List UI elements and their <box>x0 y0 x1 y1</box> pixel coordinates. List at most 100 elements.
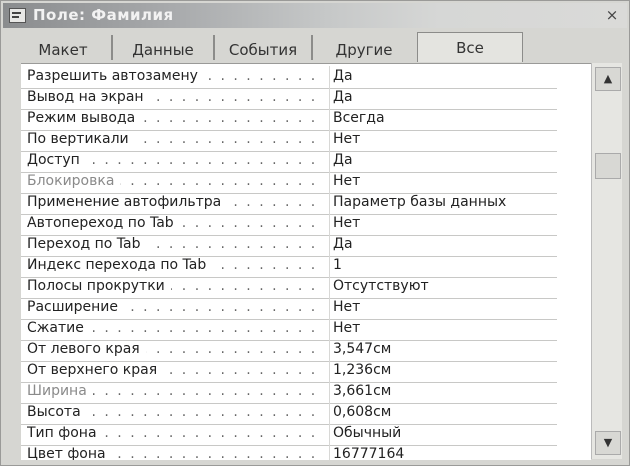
property-row[interactable]: . . . . . . . . . . . . . . . . . . . . … <box>21 381 557 404</box>
property-label: Расширение <box>27 299 120 315</box>
property-label: Вывод на экран <box>27 89 146 105</box>
property-label: От верхнего края <box>27 362 160 378</box>
property-value[interactable]: 16777164 <box>333 446 555 460</box>
property-row[interactable]: . . . . . . . . . . . . . . . . . . . . … <box>21 150 557 173</box>
property-name: . . . . . . . . . . . . . . . . . . . . … <box>27 404 327 420</box>
property-value[interactable]: Да <box>333 236 555 252</box>
property-row[interactable]: . . . . . . . . . . . . . . . . . . . . … <box>21 423 557 446</box>
column-divider <box>329 402 330 424</box>
property-label: Применение автофильтра <box>27 194 224 210</box>
property-name: . . . . . . . . . . . . . . . . . . . . … <box>27 194 327 210</box>
column-divider <box>329 381 330 403</box>
property-value[interactable]: 3,547см <box>333 341 555 357</box>
tab-layout[interactable]: Макет <box>15 35 113 60</box>
column-divider <box>329 423 330 445</box>
property-row[interactable]: . . . . . . . . . . . . . . . . . . . . … <box>21 213 557 236</box>
property-label: Полосы прокрутки <box>27 278 167 294</box>
column-divider <box>329 444 330 460</box>
property-label: Индекс перехода по Tab <box>27 257 209 273</box>
property-label: Сжатие <box>27 320 86 336</box>
property-label: Разрешить автозамену <box>27 68 200 84</box>
column-divider <box>329 276 330 298</box>
property-row[interactable]: . . . . . . . . . . . . . . . . . . . . … <box>21 276 557 299</box>
property-value[interactable]: Параметр базы данных <box>333 194 555 210</box>
tab-other[interactable]: Другие <box>315 35 413 60</box>
scroll-down-button[interactable]: ▼ <box>595 431 621 455</box>
property-value[interactable]: Обычный <box>333 425 555 441</box>
property-value[interactable]: 1,236см <box>333 362 555 378</box>
property-value[interactable]: Всегда <box>333 110 555 126</box>
property-label: Ширина <box>27 383 89 399</box>
property-value[interactable]: Отсутствуют <box>333 278 555 294</box>
title-bar[interactable]: Поле: Фамилия × <box>3 3 627 28</box>
tab-all[interactable]: Все <box>417 32 523 62</box>
property-value[interactable]: 0,608см <box>333 404 555 420</box>
property-name: . . . . . . . . . . . . . . . . . . . . … <box>27 299 327 315</box>
property-name: . . . . . . . . . . . . . . . . . . . . … <box>27 362 327 378</box>
property-row[interactable]: . . . . . . . . . . . . . . . . . . . . … <box>21 444 557 460</box>
property-name: . . . . . . . . . . . . . . . . . . . . … <box>27 236 327 252</box>
property-value[interactable]: 3,661см <box>333 383 555 399</box>
property-value[interactable]: Нет <box>333 173 555 189</box>
property-name: . . . . . . . . . . . . . . . . . . . . … <box>27 68 327 84</box>
column-divider <box>329 150 330 172</box>
column-divider <box>329 129 330 151</box>
column-divider <box>329 66 330 88</box>
property-row[interactable]: . . . . . . . . . . . . . . . . . . . . … <box>21 192 557 215</box>
vertical-scrollbar[interactable]: ▲ ▼ <box>591 63 622 459</box>
property-name: . . . . . . . . . . . . . . . . . . . . … <box>27 383 327 399</box>
property-value[interactable]: Нет <box>333 299 555 315</box>
property-row[interactable]: . . . . . . . . . . . . . . . . . . . . … <box>21 129 557 152</box>
property-row[interactable]: . . . . . . . . . . . . . . . . . . . . … <box>21 318 557 341</box>
property-row[interactable]: . . . . . . . . . . . . . . . . . . . . … <box>21 171 557 194</box>
window-title: Поле: Фамилия <box>33 6 174 24</box>
scroll-thumb[interactable] <box>595 153 621 179</box>
property-name: . . . . . . . . . . . . . . . . . . . . … <box>27 425 327 441</box>
property-name: . . . . . . . . . . . . . . . . . . . . … <box>27 152 327 168</box>
property-name: . . . . . . . . . . . . . . . . . . . . … <box>27 257 327 273</box>
property-name: . . . . . . . . . . . . . . . . . . . . … <box>27 110 327 126</box>
property-row[interactable]: . . . . . . . . . . . . . . . . . . . . … <box>21 234 557 257</box>
tab-data[interactable]: Данные <box>113 35 215 60</box>
property-label: По вертикали <box>27 131 131 147</box>
property-value[interactable]: 1 <box>333 257 555 273</box>
property-row[interactable]: . . . . . . . . . . . . . . . . . . . . … <box>21 255 557 278</box>
column-divider <box>329 360 330 382</box>
property-value[interactable]: Да <box>333 152 555 168</box>
property-name: . . . . . . . . . . . . . . . . . . . . … <box>27 341 327 357</box>
column-divider <box>329 318 330 340</box>
property-row[interactable]: . . . . . . . . . . . . . . . . . . . . … <box>21 66 557 89</box>
property-name: . . . . . . . . . . . . . . . . . . . . … <box>27 131 327 147</box>
property-label: Доступ <box>27 152 82 168</box>
scroll-up-button[interactable]: ▲ <box>595 67 621 91</box>
property-name: . . . . . . . . . . . . . . . . . . . . … <box>27 278 327 294</box>
property-label: Режим вывода <box>27 110 138 126</box>
property-value[interactable]: Нет <box>333 215 555 231</box>
property-name: . . . . . . . . . . . . . . . . . . . . … <box>27 173 327 189</box>
property-name: . . . . . . . . . . . . . . . . . . . . … <box>27 320 327 336</box>
property-row[interactable]: . . . . . . . . . . . . . . . . . . . . … <box>21 360 557 383</box>
tab-strip: Макет Данные События Другие Все <box>15 32 535 62</box>
column-divider <box>329 213 330 235</box>
property-value[interactable]: Нет <box>333 320 555 336</box>
property-label: Цвет фона <box>27 446 108 460</box>
property-value[interactable]: Нет <box>333 131 555 147</box>
property-name: . . . . . . . . . . . . . . . . . . . . … <box>27 89 327 105</box>
property-row[interactable]: . . . . . . . . . . . . . . . . . . . . … <box>21 402 557 425</box>
property-row[interactable]: . . . . . . . . . . . . . . . . . . . . … <box>21 339 557 362</box>
property-label: От левого края <box>27 341 142 357</box>
property-row[interactable]: . . . . . . . . . . . . . . . . . . . . … <box>21 87 557 110</box>
property-value[interactable]: Да <box>333 68 555 84</box>
property-list: . . . . . . . . . . . . . . . . . . . . … <box>21 63 591 460</box>
tab-events[interactable]: События <box>215 35 313 60</box>
property-row[interactable]: . . . . . . . . . . . . . . . . . . . . … <box>21 297 557 320</box>
property-name: . . . . . . . . . . . . . . . . . . . . … <box>27 446 327 460</box>
property-value[interactable]: Да <box>333 89 555 105</box>
property-name: . . . . . . . . . . . . . . . . . . . . … <box>27 215 327 231</box>
column-divider <box>329 108 330 130</box>
property-label: Высота <box>27 404 83 420</box>
property-label: Тип фона <box>27 425 99 441</box>
property-row[interactable]: . . . . . . . . . . . . . . . . . . . . … <box>21 108 557 131</box>
close-button[interactable]: × <box>603 7 621 24</box>
column-divider <box>329 192 330 214</box>
